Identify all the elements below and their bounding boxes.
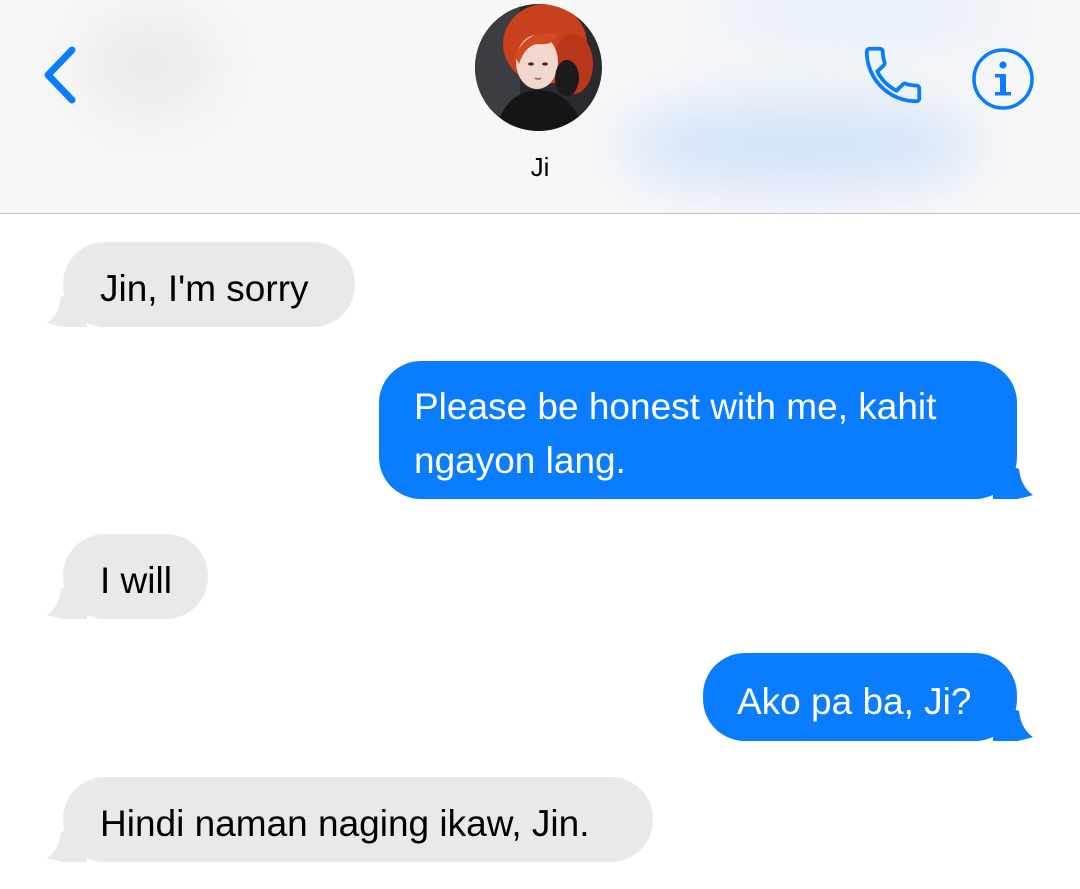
incoming-message[interactable]: Jin, I'm sorry: [47, 242, 355, 327]
back-button[interactable]: [34, 40, 86, 110]
message-text: Hindi naman naging ikaw, Jin.: [63, 777, 653, 862]
outgoing-message[interactable]: Ako pa ba, Ji?: [703, 653, 1033, 741]
info-button[interactable]: [970, 46, 1036, 112]
message-text: I will: [63, 534, 208, 619]
call-button[interactable]: [858, 40, 928, 110]
incoming-message[interactable]: Hindi naman naging ikaw, Jin.: [47, 777, 653, 862]
chevron-left-icon: [44, 46, 76, 104]
outgoing-message[interactable]: Please be honest with me, kahit ngayon l…: [379, 361, 1033, 499]
incoming-message[interactable]: I will: [47, 534, 208, 619]
message-thread: Jin, I'm sorry Please be honest with me,…: [0, 214, 1080, 889]
contact-avatar[interactable]: [475, 4, 602, 131]
contact-name[interactable]: Ji: [440, 152, 640, 183]
message-text: Jin, I'm sorry: [63, 242, 355, 327]
header-blur: [80, 10, 220, 120]
phone-icon: [864, 46, 922, 104]
header-blur: [620, 100, 980, 190]
conversation-header: Ji: [0, 0, 1080, 214]
avatar-image: [475, 4, 602, 131]
message-text: Please be honest with me, kahit ngayon l…: [379, 361, 1017, 499]
message-text: Ako pa ba, Ji?: [703, 653, 1017, 741]
info-icon: [972, 48, 1034, 110]
